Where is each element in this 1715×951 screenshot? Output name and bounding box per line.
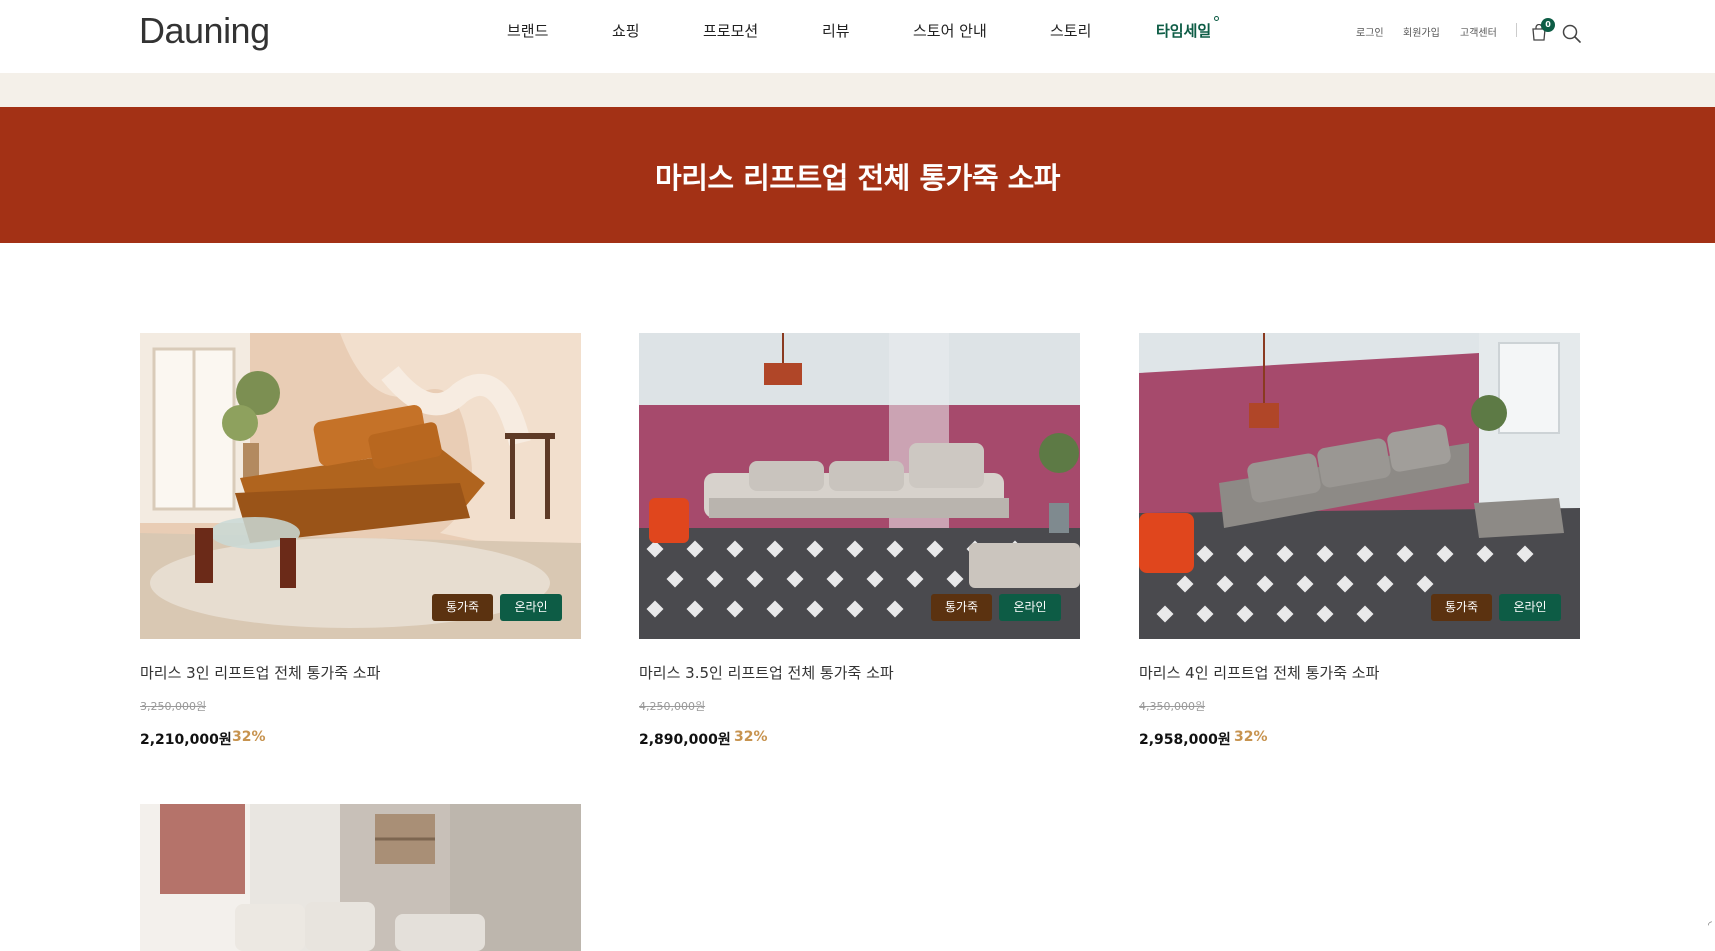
tag-online: 온라인 xyxy=(999,594,1061,621)
nav-review[interactable]: 리뷰 xyxy=(822,20,850,41)
product-image[interactable] xyxy=(140,804,581,951)
tag-leather: 통가죽 xyxy=(1431,594,1492,621)
product-card[interactable]: 통가죽 온라인 마리스 4인 리프트업 전체 통가죽 소파 4,350,000원… xyxy=(1139,333,1580,753)
customer-center-link[interactable]: 고객센터 xyxy=(1460,24,1497,39)
nav-store-info[interactable]: 스토어 안내 xyxy=(913,20,987,41)
signup-link[interactable]: 회원가입 xyxy=(1403,24,1440,39)
login-link[interactable]: 로그인 xyxy=(1356,24,1384,39)
site-header: Dauning 브랜드 쇼핑 프로모션 리뷰 스토어 안내 스토리 타임세일 로… xyxy=(0,0,1715,73)
sale-price: 2,210,000원 xyxy=(140,732,232,748)
product-card-partial[interactable] xyxy=(140,804,581,951)
search-icon[interactable] xyxy=(1562,24,1581,43)
page-title: 마리스 리프트업 전체 통가죽 소파 xyxy=(655,161,1060,195)
discount-rate: 32% xyxy=(734,729,768,745)
original-price: 4,250,000원 xyxy=(639,700,706,713)
original-price: 3,250,000원 xyxy=(140,700,207,713)
nav-time-sale[interactable]: 타임세일 xyxy=(1156,16,1220,41)
sale-price: 2,890,000원 xyxy=(639,732,731,748)
tag-online: 온라인 xyxy=(500,594,562,621)
product-name[interactable]: 마리스 3.5인 리프트업 전체 통가죽 소파 xyxy=(639,662,894,683)
product-image[interactable]: 통가죽 온라인 xyxy=(639,333,1080,639)
product-name[interactable]: 마리스 4인 리프트업 전체 통가죽 소파 xyxy=(1139,662,1379,683)
discount-rate: 32% xyxy=(1234,729,1268,745)
product-name[interactable]: 마리스 3인 리프트업 전체 통가죽 소파 xyxy=(140,662,380,683)
nav-shopping[interactable]: 쇼핑 xyxy=(612,20,640,41)
tag-leather: 통가죽 xyxy=(432,594,493,621)
nav-time-sale-label: 타임세일 xyxy=(1156,22,1212,40)
product-card[interactable]: 통가죽 온라인 마리스 3.5인 리프트업 전체 통가죽 소파 4,250,00… xyxy=(639,333,1080,753)
discount-rate: 32% xyxy=(232,729,266,745)
nav-story[interactable]: 스토리 xyxy=(1050,20,1091,41)
scroll-edge-icon: ◜ xyxy=(1708,920,1712,931)
cart-count-badge: 0 xyxy=(1541,18,1555,32)
main-nav: 브랜드 쇼핑 프로모션 리뷰 스토어 안내 스토리 타임세일 xyxy=(0,16,1715,44)
sale-dot-icon xyxy=(1214,16,1220,21)
nav-promotion[interactable]: 프로모션 xyxy=(703,20,758,41)
product-image[interactable]: 통가죽 온라인 xyxy=(1139,333,1580,639)
sub-band xyxy=(0,73,1715,107)
util-divider xyxy=(1516,23,1517,37)
product-card[interactable]: 통가죽 온라인 마리스 3인 리프트업 전체 통가죽 소파 3,250,000원… xyxy=(140,333,581,753)
original-price: 4,350,000원 xyxy=(1139,700,1206,713)
tag-online: 온라인 xyxy=(1499,594,1561,621)
product-image[interactable]: 통가죽 온라인 xyxy=(140,333,581,639)
nav-brand[interactable]: 브랜드 xyxy=(507,20,548,41)
tag-leather: 통가죽 xyxy=(931,594,992,621)
sale-price: 2,958,000원 xyxy=(1139,732,1231,748)
category-hero: 마리스 리프트업 전체 통가죽 소파 xyxy=(0,107,1715,243)
